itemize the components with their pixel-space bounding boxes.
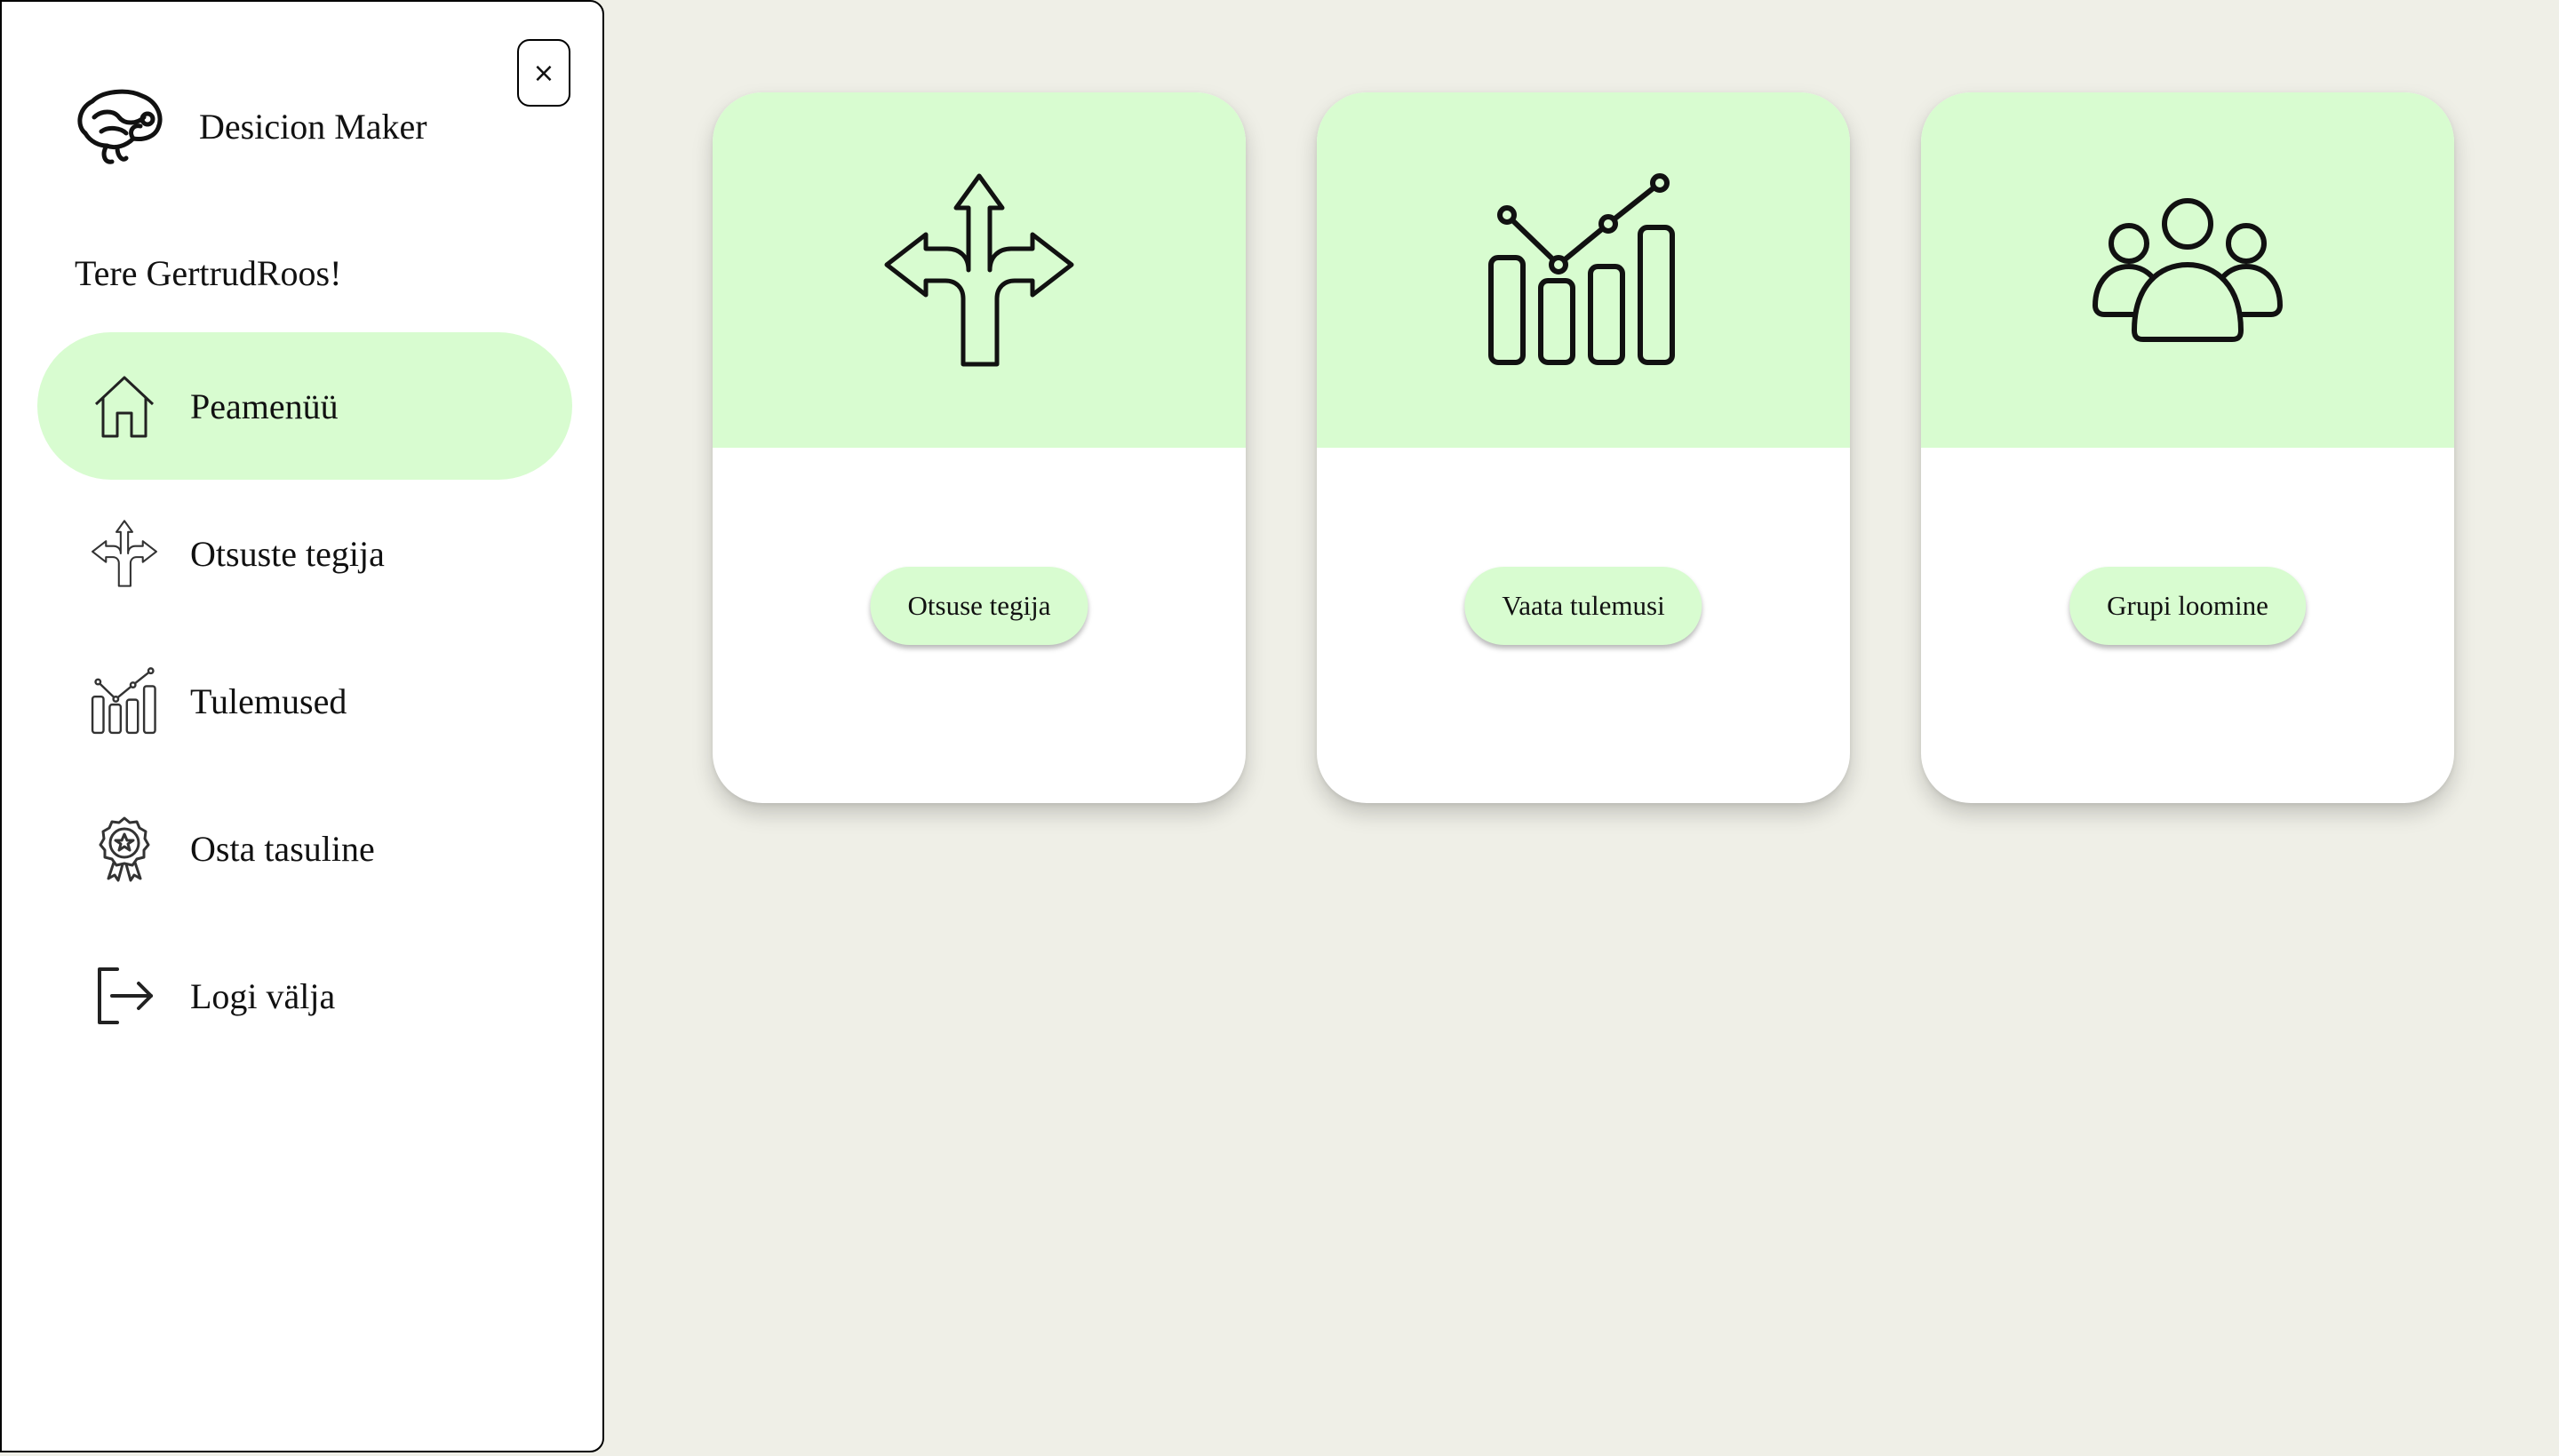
card-body: Otsuse tegija [713,448,1246,803]
award-badge-icon [89,813,160,884]
logout-icon [89,960,160,1031]
vaata-tulemusi-button[interactable]: Vaata tulemusi [1464,567,1702,645]
bar-chart-icon [1488,173,1675,365]
brand: Desicion Maker [71,84,427,169]
greeting-text: Tere GertrudRoos! [75,253,342,293]
sidebar-item-peamenuu[interactable]: Peamenüü [37,332,572,480]
sidebar-nav: Peamenüü Otsuste tegija Tulemused Osta t… [37,332,572,1070]
sidebar: × Desicion Maker Tere GertrudRoos! Peame… [0,0,604,1452]
bar-chart-icon [89,665,160,736]
sidebar-item-logi-valja[interactable]: Logi välja [37,922,572,1070]
split-arrows-icon [89,518,160,589]
card-vaata-tulemusi: Vaata tulemusi [1317,92,1850,803]
sidebar-item-label: Otsuste tegija [190,533,385,574]
sidebar-item-label: Osta tasuline [190,828,375,869]
card-otsuse-tegija: Otsuse tegija [713,92,1246,803]
sidebar-item-label: Logi välja [190,975,336,1016]
split-arrows-icon [884,173,1074,367]
card-header [713,92,1246,448]
sidebar-item-osta-tasuline[interactable]: Osta tasuline [37,775,572,922]
sidebar-item-tulemused[interactable]: Tulemused [37,627,572,775]
otsuse-tegija-button[interactable]: Otsuse tegija [870,567,1088,645]
sidebar-item-label: Peamenüü [190,386,339,426]
card-body: Vaata tulemusi [1317,448,1850,803]
sidebar-item-otsuste-tegija[interactable]: Otsuste tegija [37,480,572,627]
home-icon [89,370,160,442]
brand-name: Desicion Maker [199,106,427,147]
card-grupi-loomine: Grupi loomine [1921,92,2454,803]
close-sidebar-button[interactable]: × [517,39,570,107]
card-body: Grupi loomine [1921,448,2454,803]
card-header [1921,92,2454,448]
group-users-icon [2093,198,2283,342]
grupi-loomine-button[interactable]: Grupi loomine [2069,567,2306,645]
brain-logo-icon [77,89,163,164]
sidebar-item-label: Tulemused [190,680,347,721]
card-header [1317,92,1850,448]
